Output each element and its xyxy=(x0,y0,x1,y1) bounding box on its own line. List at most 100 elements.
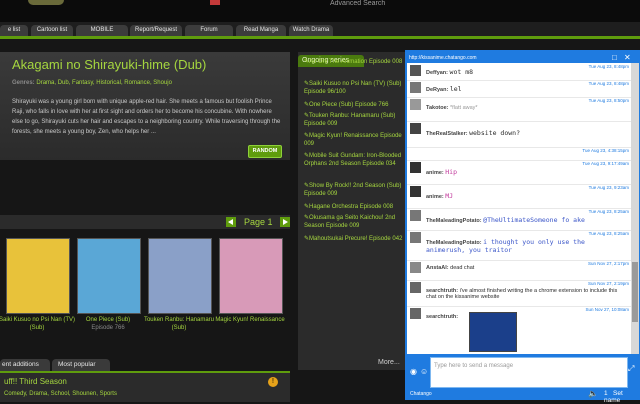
ongoing-item[interactable]: Magic Kyun! Renaissance Episode 009 xyxy=(304,132,404,148)
chat-message[interactable]: Tue Aug 23, 9:17:49am anime: Hip xyxy=(407,160,631,185)
chatango-brand[interactable]: Chatango xyxy=(410,391,432,397)
message-author[interactable]: TheMaleadingPotato: xyxy=(426,218,482,224)
tab-most-popular[interactable]: Most popular xyxy=(52,359,110,371)
chat-message[interactable]: Tue Aug 23, 8:48pm DeRyan: lel xyxy=(407,80,631,98)
random-button[interactable]: RANDOM xyxy=(248,145,282,158)
chat-message[interactable]: Sun Nov 27, 2:19pm searchtruth: i've almo… xyxy=(407,280,631,307)
avatar[interactable] xyxy=(410,210,421,221)
cover-title[interactable]: One Piece (Sub) Episode 766 xyxy=(68,316,148,332)
more-link[interactable]: More... xyxy=(378,359,400,366)
chat-message[interactable]: Sun Nov 27, 2:17pm AnstaAl: dead chat xyxy=(407,260,631,281)
message-author[interactable]: anime: xyxy=(426,194,444,200)
flag-icon[interactable] xyxy=(210,0,220,5)
nav-item[interactable]: Report/Request xyxy=(130,25,182,36)
site-logo[interactable] xyxy=(28,0,64,5)
ongoing-item[interactable]: Touken Ranbu: Hanamaru (Sub) Episode 009 xyxy=(304,112,404,128)
avatar[interactable] xyxy=(410,162,421,173)
avatar[interactable] xyxy=(410,65,421,76)
message-author[interactable]: AnstaAl: xyxy=(426,265,449,271)
ongoing-item[interactable]: Ao Oni The Animation Episode 008 xyxy=(304,58,404,66)
chat-url[interactable]: http://kissanime.chatango.com xyxy=(409,55,477,61)
message-author[interactable]: Deffyan: xyxy=(426,70,448,76)
ongoing-item[interactable]: One Piece (Sub) Episode 766 xyxy=(304,101,404,109)
ongoing-item[interactable]: Mahoutsukai Precure! Episode 042 xyxy=(304,235,404,243)
message-author[interactable]: Takotoe: xyxy=(426,105,449,111)
message-author[interactable]: DeRyan: xyxy=(426,87,448,93)
sound-icon[interactable]: 🔈 xyxy=(588,389,598,398)
featured-title[interactable]: Akagami no Shirayuki-hime (Dub) xyxy=(12,57,206,72)
genres-list[interactable]: Drama, Dub, Fantasy, Historical, Romance… xyxy=(36,80,172,86)
ongoing-item[interactable]: Okusama ga Seito Kaichou! 2nd Season Epi… xyxy=(304,214,404,230)
avatar[interactable] xyxy=(410,232,421,243)
ongoing-item[interactable]: Saiki Kusuo no Psi Nan (TV) (Sub) Episod… xyxy=(304,80,404,96)
nav-item[interactable]: Cartoon list xyxy=(31,25,73,36)
cover-title[interactable]: Magic Kyun! Renaissance xyxy=(210,316,290,324)
cover-title-text[interactable]: Magic Kyun! Renaissance xyxy=(215,317,284,323)
ongoing-panel xyxy=(298,52,408,370)
prev-page-icon[interactable] xyxy=(226,217,236,227)
avatar[interactable] xyxy=(410,282,421,293)
cover-image[interactable] xyxy=(77,238,141,314)
page-label: Page 1 xyxy=(244,217,273,227)
bottom-panel-genres[interactable]: Comedy, Drama, School, Shounen, Sports xyxy=(4,391,117,397)
message-text: MJ xyxy=(445,192,454,200)
site-header xyxy=(0,0,640,22)
message-body: Takotoe: *flatt away* xyxy=(426,105,626,111)
chat-user-count: 1 Set name xyxy=(604,390,640,404)
chat-message[interactable]: Tue Aug 23, 8:25am TheMaleadingPotato: i … xyxy=(407,230,631,261)
chat-message[interactable]: Tue Aug 23, 8:50pm Takotoe: *flatt away* xyxy=(407,97,631,122)
chat-messages[interactable]: Tue Aug 23, 8:48pm Deffyan: wot m8 Tue Aug… xyxy=(407,63,631,354)
nav-item[interactable]: Watch Drama xyxy=(289,25,333,36)
camera-icon[interactable]: ◉ xyxy=(410,367,417,376)
minimize-icon[interactable]: □ xyxy=(612,53,617,62)
chat-message[interactable]: Tue Aug 23, 9:23am anime: MJ xyxy=(407,184,631,209)
message-body: anime: MJ xyxy=(426,192,626,200)
cover-title-text[interactable]: Touken Ranbu: Hanamaru (Sub) xyxy=(144,317,214,331)
cover-title[interactable]: Touken Ranbu: Hanamaru (Sub) xyxy=(139,316,219,332)
message-author[interactable]: anime: xyxy=(426,170,444,176)
chat-message[interactable]: Tue Aug 23, 8:48pm Deffyan: wot m8 xyxy=(407,63,631,81)
chat-message[interactable]: Tue Aug 23, 8:25am TheMaleadingPotato: @T… xyxy=(407,208,631,231)
bottom-panel-title[interactable]: uff!! Third Season xyxy=(4,377,67,386)
cover-title-text[interactable]: Saiki Kusuo no Psi Nan (TV) (Sub) xyxy=(0,317,75,331)
message-body: TheRealStalker: website down? xyxy=(426,129,626,137)
expand-icon[interactable]: ⤢ xyxy=(628,364,634,374)
cover-title-text[interactable]: One Piece (Sub) xyxy=(86,317,130,323)
ongoing-item[interactable]: Hagane Orchestra Episode 008 xyxy=(304,203,404,211)
chat-input[interactable] xyxy=(430,357,628,388)
avatar[interactable] xyxy=(410,82,421,93)
info-icon[interactable]: ! xyxy=(268,377,278,387)
tab-recent-additions[interactable]: ent additions xyxy=(0,359,50,371)
avatar[interactable] xyxy=(410,308,421,319)
avatar[interactable] xyxy=(410,123,421,134)
nav-item[interactable]: Forum xyxy=(185,25,233,36)
chat-message[interactable]: Tue Aug 23, 4:38:15pm xyxy=(407,147,631,161)
cover-title[interactable]: Saiki Kusuo no Psi Nan (TV) (Sub) xyxy=(0,316,77,332)
message-text: lel xyxy=(449,85,462,93)
message-text: @TheUltimateSomeone fo ake xyxy=(483,216,585,224)
chat-message[interactable]: Sun Nov 27, 10:08am searchtruth: xyxy=(407,306,631,354)
cover-image[interactable] xyxy=(6,238,70,314)
avatar[interactable] xyxy=(410,262,421,273)
message-author[interactable]: searchtruth: xyxy=(426,314,458,320)
cover-image[interactable] xyxy=(219,238,283,314)
avatar[interactable] xyxy=(410,99,421,110)
avatar[interactable] xyxy=(410,149,421,160)
screenshot-thumbnail[interactable] xyxy=(469,312,517,352)
chat-placeholder: Type here to send a message xyxy=(434,363,514,369)
cover-image[interactable] xyxy=(148,238,212,314)
message-author[interactable]: TheRealStalker: xyxy=(426,131,468,137)
avatar[interactable] xyxy=(410,186,421,197)
nav-item[interactable]: e list xyxy=(0,25,28,36)
smiley-icon[interactable]: ☺ xyxy=(420,367,428,376)
nav-item[interactable]: Read Manga xyxy=(236,25,286,36)
nav-item[interactable]: MOBILE xyxy=(76,25,128,36)
ongoing-item[interactable]: Mobile Suit Gundam: Iron-Blooded Orphans… xyxy=(304,152,404,168)
ongoing-item[interactable]: Show By Rock!! 2nd Season (Sub) Episode … xyxy=(304,182,404,198)
close-icon[interactable]: ✕ xyxy=(624,53,631,62)
chat-message[interactable]: TheRealStalker: website down? xyxy=(407,121,631,148)
next-page-icon[interactable] xyxy=(280,217,290,227)
advanced-search-link[interactable]: Advanced Search xyxy=(330,0,385,7)
message-time: Tue Aug 23, 8:25am xyxy=(588,231,629,236)
chat-scrollbar-thumb[interactable] xyxy=(632,262,638,322)
